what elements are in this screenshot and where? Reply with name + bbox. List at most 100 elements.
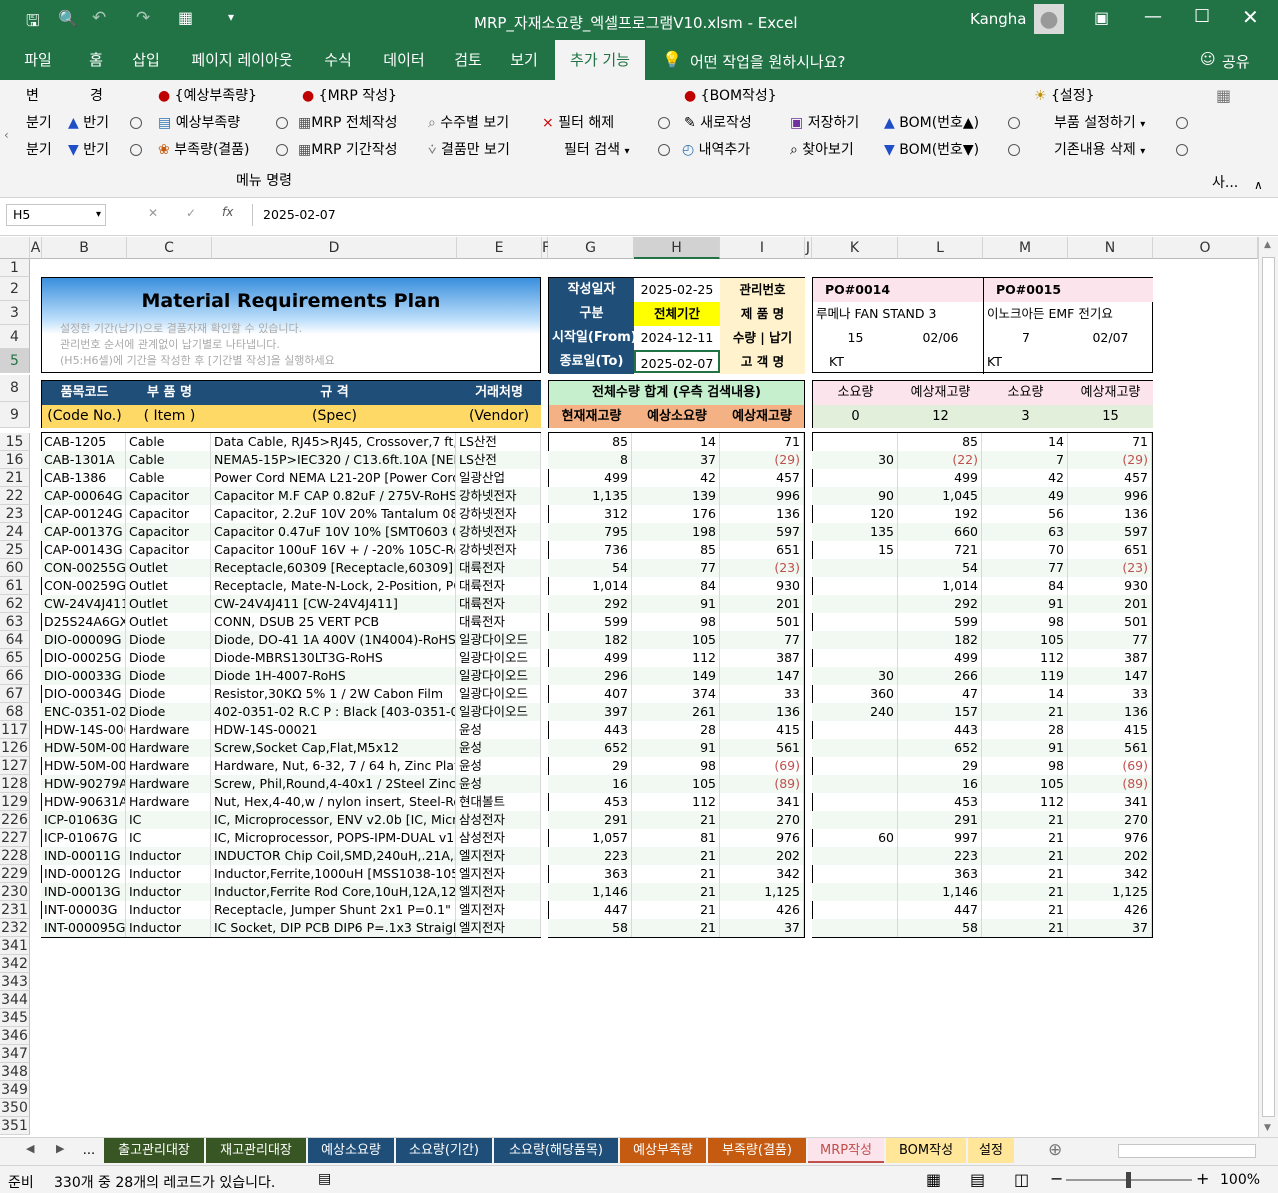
radio-4[interactable] — [276, 139, 288, 161]
cell-l[interactable]: 447 — [898, 901, 982, 919]
cell-l[interactable]: 1,014 — [898, 577, 982, 595]
radio-5[interactable] — [658, 112, 670, 134]
tab-insert[interactable]: 삽입 — [124, 40, 168, 80]
tab-view[interactable]: 보기 — [502, 40, 546, 80]
cell-h[interactable]: 98 — [632, 757, 720, 775]
row-header[interactable]: 346 — [0, 1027, 30, 1045]
row-header[interactable]: 67 — [0, 685, 30, 703]
cell-code[interactable]: IND-00011G — [41, 847, 126, 865]
scroll-thumb[interactable] — [1262, 257, 1275, 1117]
cell-m[interactable]: 56 — [982, 505, 1068, 523]
sheet-tab[interactable]: 예상소요량 — [308, 1138, 394, 1163]
cell-l[interactable]: 47 — [898, 685, 982, 703]
cell-l[interactable]: 660 — [898, 523, 982, 541]
cell-n[interactable]: (89) — [1068, 775, 1152, 793]
sheet-tab[interactable]: 부족량(결품) — [708, 1138, 806, 1163]
cell-m[interactable]: 21 — [982, 847, 1068, 865]
print-preview-icon[interactable]: 🔍 — [58, 9, 78, 28]
cell-m[interactable]: 21 — [982, 919, 1068, 937]
cell-vendor[interactable]: 강하넷전자 — [456, 487, 541, 505]
expected-shortage-button[interactable]: ▤ 예상부족량 — [158, 112, 240, 134]
row-header[interactable]: 226 — [0, 811, 30, 829]
cell-k[interactable]: 90 — [812, 487, 898, 505]
cell-vendor[interactable]: 엘지전자 — [456, 847, 541, 865]
cell-code[interactable]: CAP-00064G — [41, 487, 126, 505]
row-header[interactable]: 228 — [0, 847, 30, 865]
cell-item[interactable]: Capacitor — [126, 523, 211, 541]
shortage-button[interactable]: ❀ 부족량(결품) — [158, 139, 250, 161]
cell-h[interactable]: 77 — [632, 559, 720, 577]
cell-vendor[interactable]: 대륙전자 — [456, 577, 541, 595]
cell-g[interactable]: 499 — [548, 469, 632, 487]
page-break-view-icon[interactable]: ◫ — [1014, 1170, 1029, 1189]
column-header-k[interactable]: K — [812, 237, 898, 259]
cell-m[interactable]: 84 — [982, 577, 1068, 595]
cell-item[interactable]: IC — [126, 811, 211, 829]
cell-item[interactable]: Capacitor — [126, 505, 211, 523]
shortage-only-button[interactable]: ⩒ 결품만 보기 — [428, 139, 510, 161]
cell-vendor[interactable]: LS산전 — [456, 433, 541, 451]
add-detail-button[interactable]: ◴ 내역추가 — [682, 139, 750, 161]
cell-l[interactable]: 292 — [898, 595, 982, 613]
half-up-button[interactable]: ▲ 반기 — [68, 112, 109, 134]
row-header[interactable]: 1 — [0, 259, 30, 277]
cell-vendor[interactable]: 일광다이오드 — [456, 667, 541, 685]
cell-n[interactable]: 342 — [1068, 865, 1152, 883]
cell-spec[interactable]: IC, Microprocessor, ENV v2.0b [IC, Micro — [211, 811, 456, 829]
cell-l[interactable]: (22) — [898, 451, 982, 469]
cell-item[interactable]: Inductor — [126, 847, 211, 865]
row-header[interactable]: 229 — [0, 865, 30, 883]
cell-item[interactable]: Cable — [126, 433, 211, 451]
scroll-up-icon[interactable]: ▲ — [1264, 240, 1271, 250]
cell-i[interactable]: 147 — [720, 667, 804, 685]
cell-m[interactable]: 21 — [982, 883, 1068, 901]
cell-n[interactable]: (23) — [1068, 559, 1152, 577]
cell-l[interactable]: 499 — [898, 649, 982, 667]
tab-review[interactable]: 검토 — [446, 40, 490, 80]
save-bom-button[interactable]: ▣ 저장하기 — [790, 112, 859, 134]
cell-n[interactable]: 77 — [1068, 631, 1152, 649]
cell-h[interactable]: 105 — [632, 631, 720, 649]
cell-i[interactable]: 201 — [720, 595, 804, 613]
row-header[interactable]: 15 — [0, 433, 30, 451]
cell-n[interactable]: 33 — [1068, 685, 1152, 703]
cell-m[interactable]: 42 — [982, 469, 1068, 487]
cell-l[interactable]: 16 — [898, 775, 982, 793]
cell-l[interactable]: 266 — [898, 667, 982, 685]
cell-m[interactable]: 70 — [982, 541, 1068, 559]
tab-scroll-right[interactable]: ▶ — [56, 1142, 64, 1155]
cell-h[interactable]: 261 — [632, 703, 720, 721]
sheet-tab[interactable]: 소요량(해당품목) — [494, 1138, 618, 1163]
cell-code[interactable]: INT-00003G — [41, 901, 126, 919]
cell-vendor[interactable]: 일광다이오드 — [456, 649, 541, 667]
cell-spec[interactable]: Inductor,Ferrite,1000uH [MSS1038-105LC — [211, 865, 456, 883]
cell-m[interactable]: 105 — [982, 775, 1068, 793]
cell-g[interactable]: 443 — [548, 721, 632, 739]
cell-m[interactable]: 91 — [982, 595, 1068, 613]
cell-m[interactable]: 77 — [982, 559, 1068, 577]
cell-h[interactable]: 91 — [632, 595, 720, 613]
sheet-tab[interactable]: 소요량(기간) — [396, 1138, 492, 1163]
cell-code[interactable]: CAB-1386 — [41, 469, 126, 487]
zoom-out-icon[interactable]: − — [1050, 1169, 1063, 1188]
tab-file[interactable]: 파일 — [14, 40, 62, 80]
cell-item[interactable]: Diode — [126, 649, 211, 667]
ribbon-display-icon[interactable]: ▣ — [1094, 8, 1109, 27]
cell-n[interactable]: 37 — [1068, 919, 1152, 937]
cell-item[interactable]: Diode — [126, 631, 211, 649]
cell-spec[interactable]: IC, Microprocessor, POPS-IPM-DUAL v1.0 — [211, 829, 456, 847]
row-header[interactable]: 62 — [0, 595, 30, 613]
form-icon[interactable]: ▦ — [178, 8, 193, 27]
cell-code[interactable]: HDW-50M-00 — [41, 757, 126, 775]
cell-i[interactable]: 996 — [720, 487, 804, 505]
cell-n[interactable]: 147 — [1068, 667, 1152, 685]
cell-vendor[interactable]: 일광다이오드 — [456, 631, 541, 649]
cell-i[interactable]: 415 — [720, 721, 804, 739]
cell-spec[interactable]: Resistor,30KΩ 5% 1 / 2W Cabon Film — [211, 685, 456, 703]
row-header[interactable]: 343 — [0, 973, 30, 991]
cell-item[interactable]: Hardware — [126, 757, 211, 775]
cell-vendor[interactable]: 엘지전자 — [456, 901, 541, 919]
row-header[interactable]: 8 — [0, 375, 30, 402]
row-header[interactable]: 63 — [0, 613, 30, 631]
cell-g[interactable]: 85 — [548, 433, 632, 451]
